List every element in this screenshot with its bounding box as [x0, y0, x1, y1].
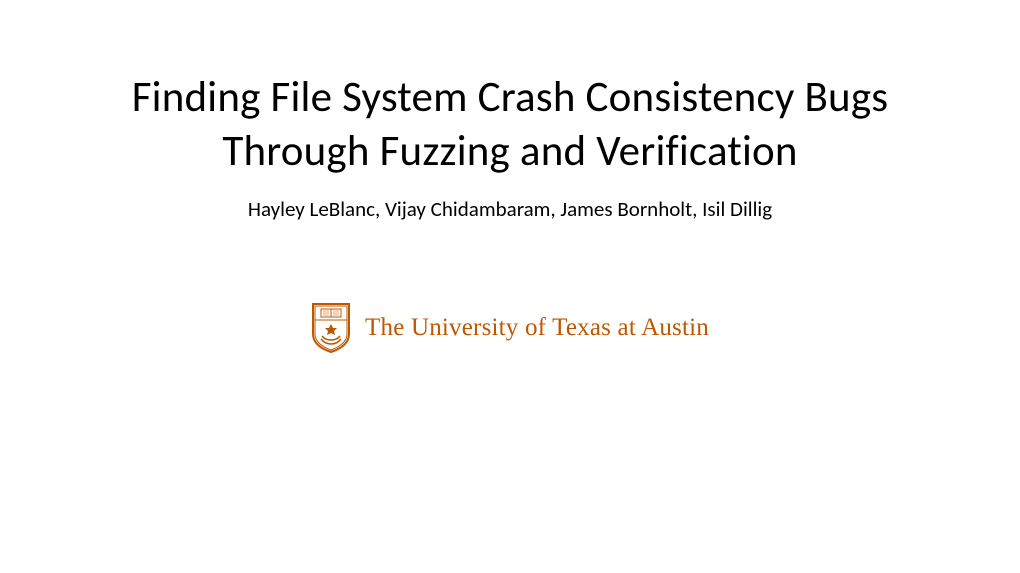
authors-line: Hayley LeBlanc, Vijay Chidambaram, James…: [248, 196, 772, 222]
ut-shield-icon: [311, 302, 351, 354]
university-name: The University of Texas at Austin: [365, 314, 709, 342]
slide-title: Finding File System Crash Consistency Bu…: [130, 70, 890, 178]
university-logo: The University of Texas at Austin: [311, 302, 709, 354]
